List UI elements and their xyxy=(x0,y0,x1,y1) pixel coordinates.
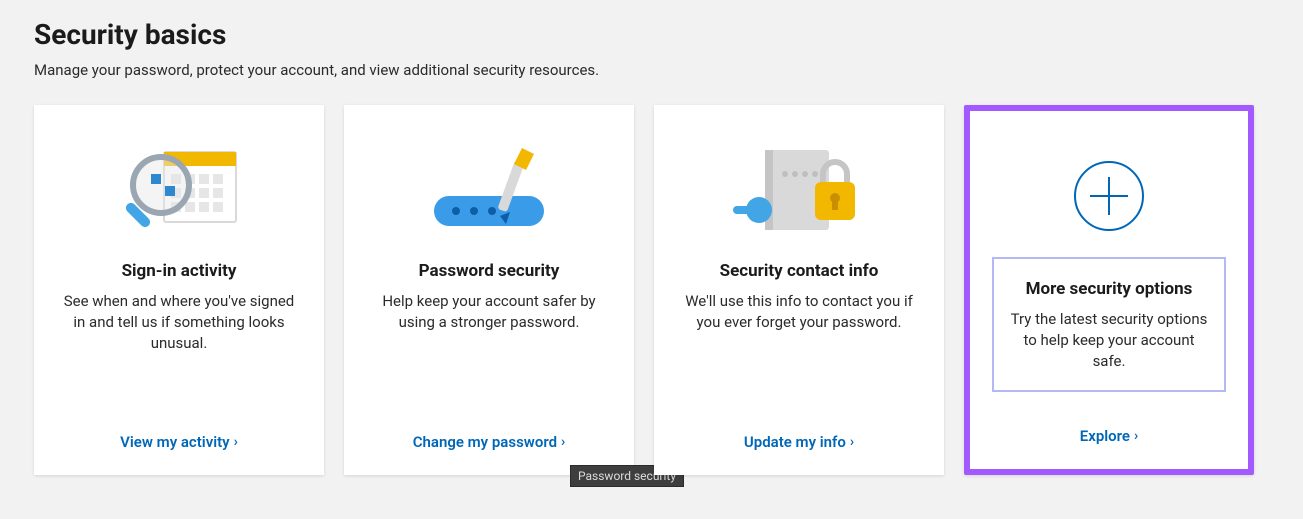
card-more-security-options[interactable]: More security options Try the latest sec… xyxy=(964,105,1254,475)
more-options-inner-box: More security options Try the latest sec… xyxy=(992,257,1226,392)
cta-label: Change my password xyxy=(413,433,557,451)
change-my-password-link[interactable]: Change my password › xyxy=(366,433,612,451)
security-basics-page: Security basics Manage your password, pr… xyxy=(0,0,1303,475)
card-desc: Help keep your account safer by using a … xyxy=(366,291,612,333)
page-title: Security basics xyxy=(34,18,1269,51)
chevron-right-icon: › xyxy=(1134,429,1138,443)
magnifier-calendar-icon xyxy=(56,125,302,255)
card-title: Security contact info xyxy=(676,261,922,281)
chevron-right-icon: › xyxy=(850,435,854,449)
notebook-lock-icon xyxy=(676,125,922,255)
cta-label: Update my info xyxy=(744,433,846,451)
chevron-right-icon: › xyxy=(561,435,565,449)
cta-label: View my activity xyxy=(120,433,229,451)
explore-link[interactable]: Explore › xyxy=(992,427,1226,445)
chevron-right-icon: › xyxy=(234,435,238,449)
card-password-security[interactable]: Password security Help keep your account… xyxy=(344,105,634,475)
page-subtitle: Manage your password, protect your accou… xyxy=(34,61,1269,79)
pen-password-icon xyxy=(366,125,612,255)
card-desc: See when and where you've signed in and … xyxy=(56,291,302,354)
cta-label: Explore xyxy=(1080,427,1130,445)
card-desc: We'll use this info to contact you if yo… xyxy=(676,291,922,333)
card-title: More security options xyxy=(1006,279,1212,299)
update-my-info-link[interactable]: Update my info › xyxy=(676,433,922,451)
card-security-contact-info[interactable]: Security contact info We'll use this inf… xyxy=(654,105,944,475)
card-title: Sign-in activity xyxy=(56,261,302,281)
card-title: Password security xyxy=(366,261,612,281)
plus-circle-icon xyxy=(992,131,1226,261)
card-desc: Try the latest security options to help … xyxy=(1006,309,1212,372)
view-my-activity-link[interactable]: View my activity › xyxy=(56,433,302,451)
card-sign-in-activity[interactable]: Sign-in activity See when and where you'… xyxy=(34,105,324,475)
card-row: Sign-in activity See when and where you'… xyxy=(34,105,1269,475)
